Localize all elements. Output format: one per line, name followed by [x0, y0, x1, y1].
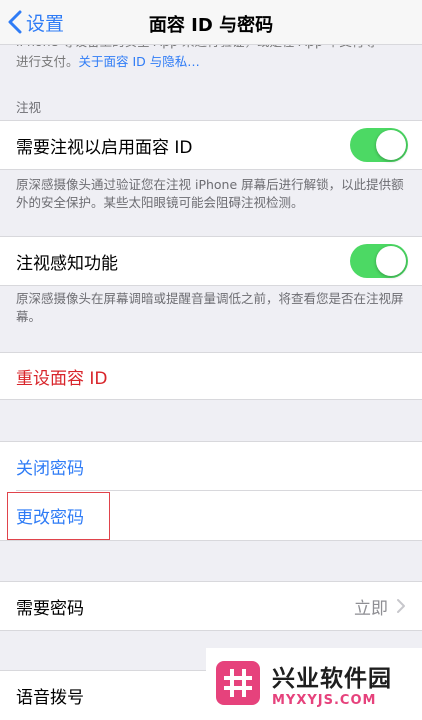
top-footer-line: 进行支付。: [16, 54, 79, 69]
attention-aware-row: 注视感知功能: [0, 236, 422, 286]
watermark-text-cn: 兴业软件园: [272, 665, 392, 692]
watermark-text-en: MYXYJS.COM: [272, 692, 377, 708]
face-id-privacy-link[interactable]: 关于面容 ID 与隐私…: [79, 54, 200, 69]
reset-face-id-label: 重设面容 ID: [16, 368, 108, 389]
site-watermark: 兴业软件园 MYXYJS.COM: [206, 648, 422, 718]
require-attention-row: 需要注视以启用面容 ID: [0, 120, 422, 170]
navigation-bar: 设置 面容 ID 与密码: [0, 0, 422, 45]
require-attention-footer: 原深感摄像头通过验证您在注视 iPhone 屏幕后进行解锁，以此提供额外的安全保…: [16, 177, 404, 210]
turn-off-passcode-button[interactable]: 关闭密码: [0, 441, 422, 490]
toggle-knob: [376, 130, 406, 160]
turn-off-passcode-label: 关闭密码: [16, 458, 84, 479]
require-attention-toggle[interactable]: [350, 128, 408, 162]
top-footer-note: iPhone 等设备上的安全 App 来进行验证，或是在 App 中支付等 进行…: [0, 44, 422, 84]
highlight-box: [7, 492, 110, 540]
require-passcode-row[interactable]: 需要密码 立即: [0, 581, 422, 631]
attention-section-header: 注视: [16, 100, 42, 115]
top-footer-cut-line: iPhone 等设备上的安全 App 来进行验证，或是在 App 中支付等: [16, 44, 406, 52]
reset-face-id-button[interactable]: 重设面容 ID: [0, 352, 422, 400]
chevron-right-icon: [397, 599, 405, 613]
require-passcode-label: 需要密码: [16, 598, 84, 619]
attention-aware-footer: 原深感摄像头在屏幕调暗或提醒音量调低之前，将查看您是否在注视屏幕。: [16, 291, 404, 324]
attention-aware-toggle[interactable]: [350, 244, 408, 278]
watermark-logo-icon: [216, 661, 260, 705]
require-passcode-value: 立即: [354, 598, 388, 619]
toggle-knob: [376, 246, 406, 276]
page-title: 面容 ID 与密码: [148, 15, 274, 36]
